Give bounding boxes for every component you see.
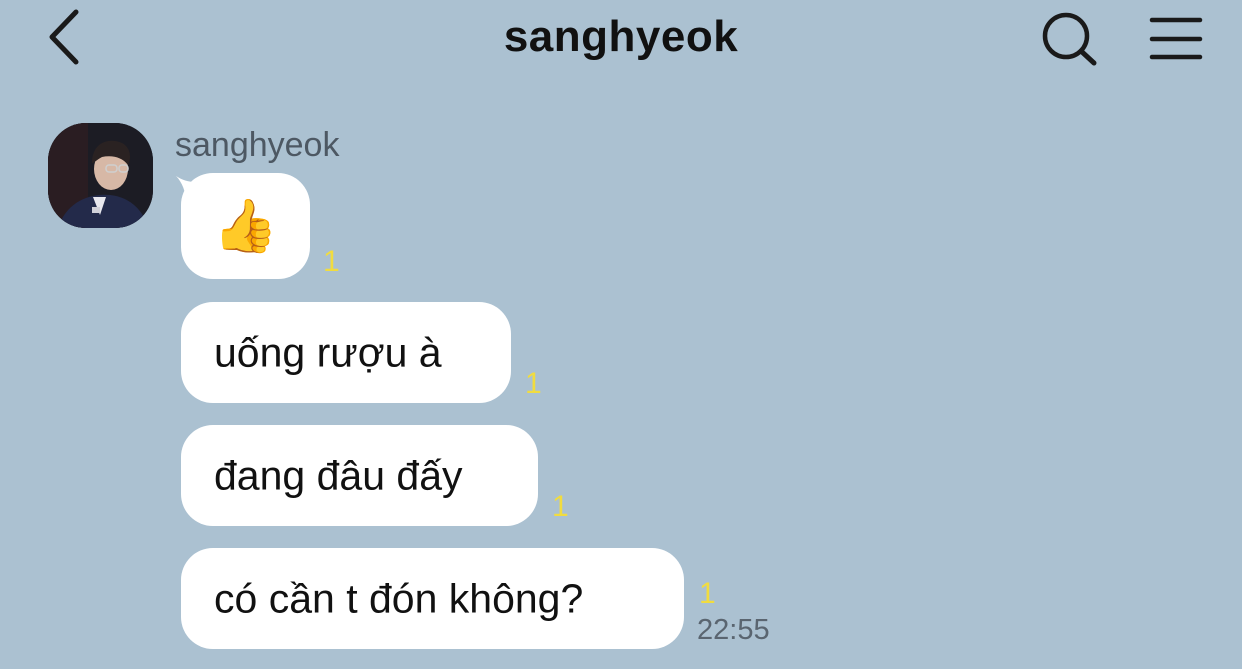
unread-count: 1 bbox=[525, 367, 542, 400]
message-bubble[interactable]: có cần t đón không? bbox=[181, 548, 684, 649]
sender-name: sanghyeok bbox=[175, 126, 340, 164]
unread-count: 1 bbox=[699, 577, 716, 610]
message-bubble[interactable]: đang đâu đấy bbox=[181, 425, 538, 526]
hamburger-menu-icon bbox=[1149, 17, 1203, 60]
message-timestamp: 22:55 bbox=[697, 614, 770, 646]
message-text: uống rượu à bbox=[214, 329, 442, 375]
message-bubble[interactable]: 👍 bbox=[181, 173, 310, 279]
unread-count: 1 bbox=[552, 490, 569, 523]
search-icon bbox=[1042, 12, 1097, 66]
chat-header: sanghyeok bbox=[0, 0, 1242, 80]
message-text: có cần t đón không? bbox=[214, 575, 584, 621]
profile-avatar[interactable] bbox=[48, 123, 153, 228]
menu-button[interactable] bbox=[1146, 12, 1206, 64]
message-bubble[interactable]: uống rượu à bbox=[181, 302, 511, 403]
search-button[interactable] bbox=[1038, 10, 1100, 68]
thumbs-up-emoji: 👍 bbox=[213, 197, 278, 256]
unread-count: 1 bbox=[323, 245, 340, 278]
profile-photo bbox=[48, 123, 153, 228]
message-text: đang đâu đấy bbox=[214, 452, 463, 498]
